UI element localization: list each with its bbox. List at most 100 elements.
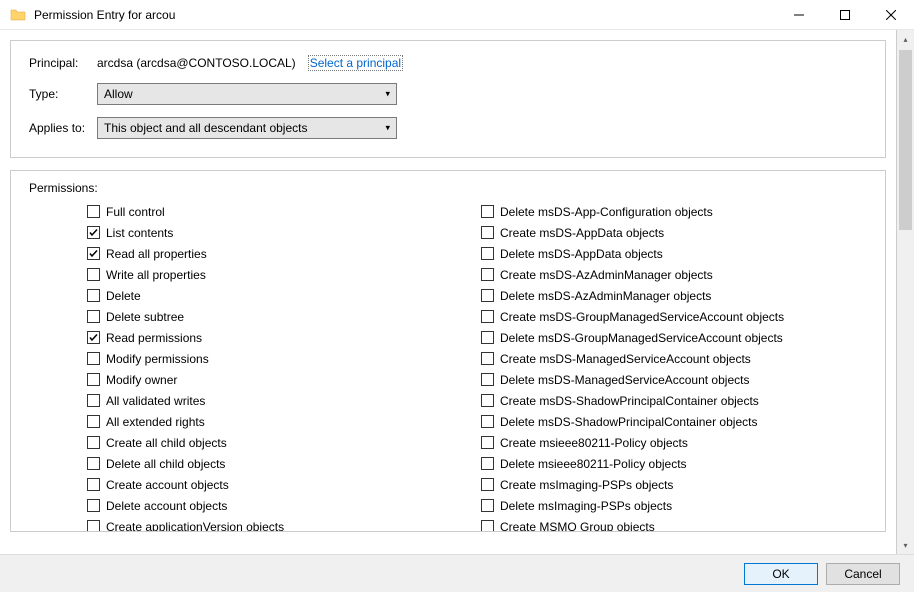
permission-item: Delete msDS-App-Configuration objects (481, 201, 871, 222)
permission-checkbox[interactable] (481, 520, 494, 532)
vertical-scrollbar[interactable]: ▴ ▾ (896, 30, 914, 554)
permission-label: Create applicationVersion objects (106, 520, 284, 533)
permission-item: Delete msieee80211-Policy objects (481, 453, 871, 474)
type-row: Type: Allow ▾ (29, 83, 871, 105)
permission-item: Create msDS-ShadowPrincipalContainer obj… (481, 390, 871, 411)
scrollbar-thumb[interactable] (899, 50, 912, 230)
close-button[interactable] (868, 0, 914, 30)
permission-checkbox[interactable] (87, 520, 100, 532)
applies-to-combo[interactable]: This object and all descendant objects ▾ (97, 117, 397, 139)
permission-item: Delete account objects (87, 495, 477, 516)
permission-checkbox[interactable] (87, 226, 100, 239)
permission-label: Create all child objects (106, 436, 227, 450)
permission-checkbox[interactable] (481, 289, 494, 302)
permission-label: Modify permissions (106, 352, 209, 366)
permissions-column-left: Full control List contents Read all proper… (29, 201, 477, 532)
permission-checkbox[interactable] (87, 436, 100, 449)
principal-row: Principal: arcdsa (arcdsa@CONTOSO.LOCAL)… (29, 55, 871, 71)
permission-label: Create msDS-AppData objects (500, 226, 664, 240)
permission-checkbox[interactable] (481, 478, 494, 491)
permission-checkbox[interactable] (481, 352, 494, 365)
permission-item: Read all properties (87, 243, 477, 264)
permission-label: Delete msDS-AppData objects (500, 247, 663, 261)
permission-item: Delete msImaging-PSPs objects (481, 495, 871, 516)
permission-label: Delete account objects (106, 499, 227, 513)
permission-label: Delete msDS-AzAdminManager objects (500, 289, 711, 303)
permission-checkbox[interactable] (87, 394, 100, 407)
scroll-up-icon[interactable]: ▴ (897, 30, 914, 48)
permission-checkbox[interactable] (87, 457, 100, 470)
permission-label: List contents (106, 226, 173, 240)
permission-item: Write all properties (87, 264, 477, 285)
permission-item: Delete msDS-ManagedServiceAccount object… (481, 369, 871, 390)
permission-checkbox[interactable] (481, 457, 494, 470)
cancel-button[interactable]: Cancel (826, 563, 900, 585)
folder-icon (10, 7, 26, 23)
permission-checkbox[interactable] (481, 268, 494, 281)
permission-checkbox[interactable] (481, 331, 494, 344)
permission-label: Create msDS-ManagedServiceAccount object… (500, 352, 751, 366)
permission-label: Read all properties (106, 247, 207, 261)
permission-checkbox[interactable] (481, 415, 494, 428)
type-combo[interactable]: Allow ▾ (97, 83, 397, 105)
permissions-column-right: Delete msDS-App-Configuration objects Cre… (477, 201, 871, 532)
applies-to-row: Applies to: This object and all descenda… (29, 117, 871, 139)
header-panel: Principal: arcdsa (arcdsa@CONTOSO.LOCAL)… (10, 40, 886, 158)
permission-item: Create account objects (87, 474, 477, 495)
permissions-label: Permissions: (29, 181, 871, 195)
permission-checkbox[interactable] (87, 289, 100, 302)
permission-item: Create msDS-AzAdminManager objects (481, 264, 871, 285)
minimize-button[interactable] (776, 0, 822, 30)
permission-label: Delete (106, 289, 141, 303)
applies-to-combo-value: This object and all descendant objects (104, 121, 307, 135)
permission-label: Read permissions (106, 331, 202, 345)
permission-checkbox[interactable] (481, 499, 494, 512)
permission-checkbox[interactable] (87, 499, 100, 512)
permission-item: Delete (87, 285, 477, 306)
permission-label: Create msDS-ShadowPrincipalContainer obj… (500, 394, 759, 408)
title-bar: Permission Entry for arcou (0, 0, 914, 30)
permission-checkbox[interactable] (481, 373, 494, 386)
maximize-button[interactable] (822, 0, 868, 30)
permission-item: Delete all child objects (87, 453, 477, 474)
permission-checkbox[interactable] (87, 415, 100, 428)
permission-label: Create msDS-AzAdminManager objects (500, 268, 713, 282)
permission-checkbox[interactable] (481, 436, 494, 449)
window-title: Permission Entry for arcou (34, 8, 776, 22)
permissions-panel: Permissions: Full control List contents Re… (10, 170, 886, 532)
permission-label: Create account objects (106, 478, 229, 492)
permission-label: Create msDS-GroupManagedServiceAccount o… (500, 310, 784, 324)
permission-item: Create msDS-AppData objects (481, 222, 871, 243)
permission-checkbox[interactable] (87, 205, 100, 218)
select-principal-link[interactable]: Select a principal (308, 55, 403, 71)
permission-label: All validated writes (106, 394, 205, 408)
bottom-bar: OK Cancel (0, 554, 914, 592)
permission-checkbox[interactable] (481, 226, 494, 239)
permission-item: Modify owner (87, 369, 477, 390)
permission-checkbox[interactable] (87, 478, 100, 491)
permission-item: Create applicationVersion objects (87, 516, 477, 532)
permission-item: Create msDS-ManagedServiceAccount object… (481, 348, 871, 369)
permission-item: Create all child objects (87, 432, 477, 453)
permission-item: Full control (87, 201, 477, 222)
permission-checkbox[interactable] (87, 247, 100, 260)
permission-checkbox[interactable] (481, 310, 494, 323)
scroll-down-icon[interactable]: ▾ (897, 536, 914, 554)
permission-label: All extended rights (106, 415, 205, 429)
permission-label: Delete msImaging-PSPs objects (500, 499, 672, 513)
permission-checkbox[interactable] (87, 310, 100, 323)
permission-checkbox[interactable] (481, 394, 494, 407)
permission-checkbox[interactable] (481, 247, 494, 260)
permission-item: Create msImaging-PSPs objects (481, 474, 871, 495)
permission-checkbox[interactable] (87, 268, 100, 281)
permission-checkbox[interactable] (87, 331, 100, 344)
type-combo-value: Allow (104, 87, 133, 101)
permission-label: Delete msDS-GroupManagedServiceAccount o… (500, 331, 783, 345)
permission-checkbox[interactable] (87, 373, 100, 386)
ok-button[interactable]: OK (744, 563, 818, 585)
permission-checkbox[interactable] (481, 205, 494, 218)
permission-item: Modify permissions (87, 348, 477, 369)
permission-item: Delete msDS-AzAdminManager objects (481, 285, 871, 306)
permission-item: All validated writes (87, 390, 477, 411)
permission-checkbox[interactable] (87, 352, 100, 365)
